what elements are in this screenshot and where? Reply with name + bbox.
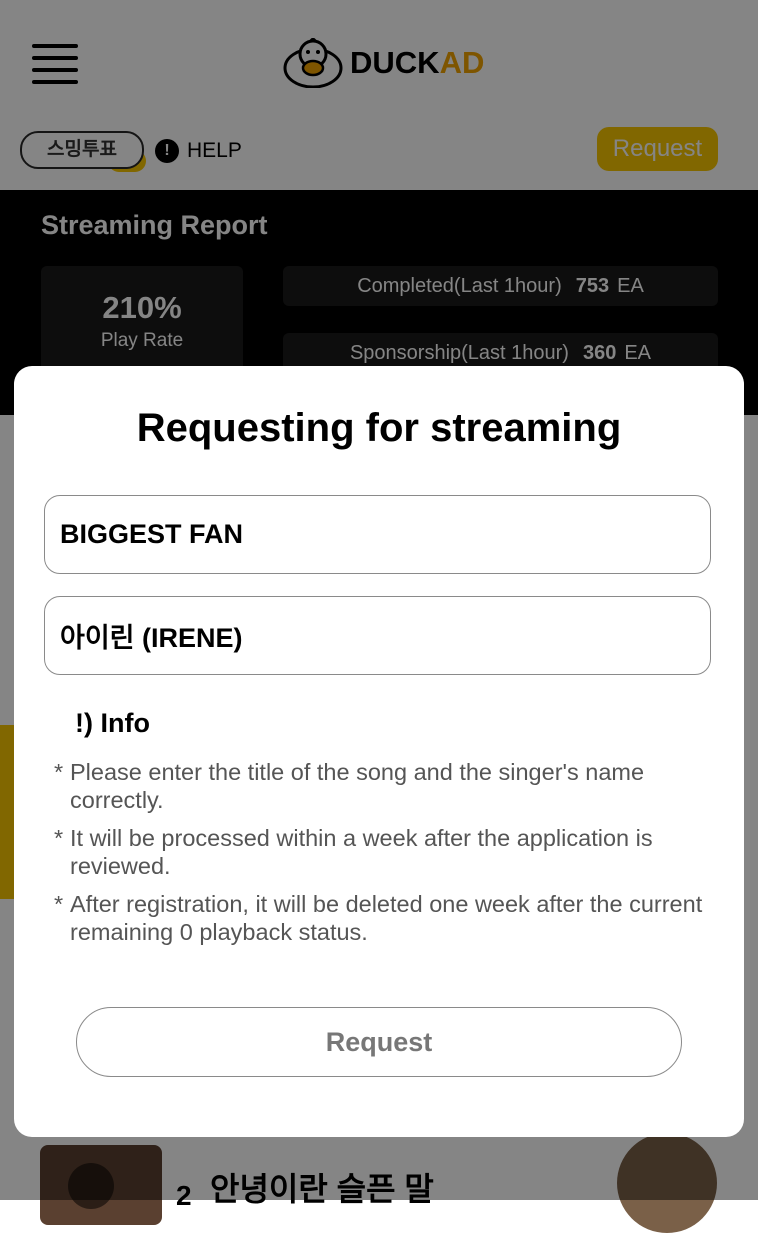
song-title-input[interactable]	[44, 495, 711, 574]
info-item-text: After registration, it will be deleted o…	[70, 891, 703, 945]
info-heading: !) Info	[75, 708, 150, 738]
request-submit-button[interactable]: Request	[76, 1007, 682, 1077]
dialog-title: Requesting for streaming	[136, 406, 622, 450]
info-item: * Please enter the title of the song and …	[54, 758, 714, 814]
info-list: * Please enter the title of the song and …	[54, 758, 714, 956]
request-streaming-dialog: Requesting for streaming !) Info *Please…	[14, 366, 744, 1137]
singer-name-input[interactable]	[44, 596, 711, 675]
info-item-text: Please enter the title of the song and t…	[70, 759, 645, 813]
info-item: * It will be processed within a week afte…	[54, 824, 714, 880]
info-item-text: It will be processed within a week after…	[70, 825, 653, 879]
bullet-star: *	[54, 825, 64, 851]
info-item: * After registration, it will be deleted …	[54, 890, 714, 946]
bullet-star: *	[54, 891, 64, 917]
bullet-star: *	[54, 759, 64, 785]
